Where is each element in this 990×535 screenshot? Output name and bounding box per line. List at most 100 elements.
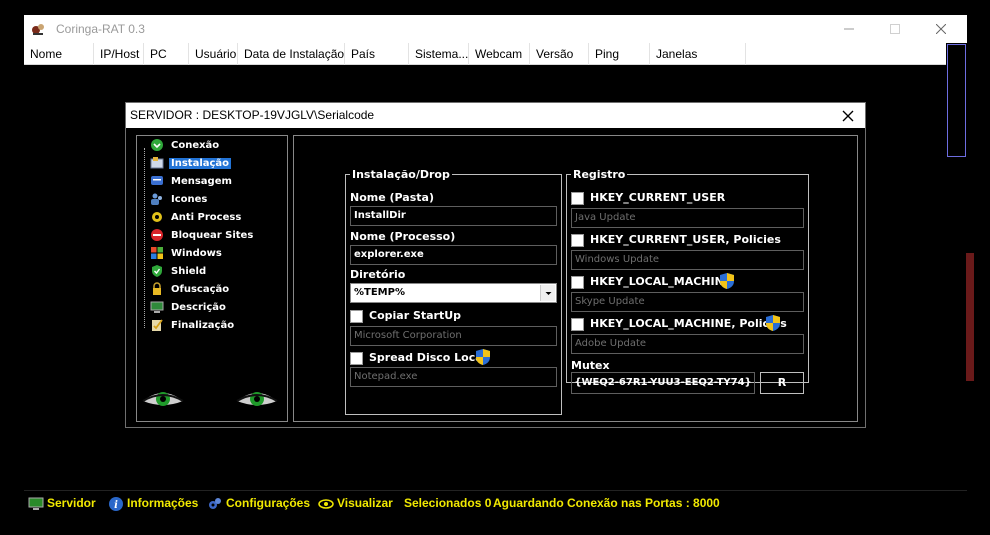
title-bar: Coringa-RAT 0.3 bbox=[24, 15, 967, 43]
tree-item-windows[interactable]: Windows bbox=[150, 246, 224, 262]
selecionados-count: Selecionados 0 bbox=[404, 496, 492, 510]
nome-processo-input[interactable]: explorer.exe bbox=[350, 245, 557, 265]
svg-text:i: i bbox=[114, 500, 118, 511]
hklm-policies-input[interactable]: Adobe Update bbox=[571, 334, 804, 354]
diretorio-select[interactable]: %TEMP% bbox=[350, 283, 557, 303]
copiar-startup-input[interactable]: Microsoft Corporation bbox=[350, 326, 557, 346]
diretorio-dropdown-button[interactable] bbox=[540, 285, 555, 301]
informacoes-label: Informações bbox=[127, 496, 199, 510]
tree-item-icones[interactable]: Icones bbox=[150, 192, 209, 208]
checklist-icon bbox=[152, 319, 163, 331]
visualizar-label: Visualizar bbox=[337, 496, 393, 510]
status-bar: Servidor i Informações Configurações Visu… bbox=[24, 490, 967, 514]
gears-icon bbox=[209, 497, 221, 509]
hkcu-input[interactable]: Java Update bbox=[571, 208, 804, 228]
column-ip-host[interactable]: IP/Host bbox=[94, 43, 144, 65]
tree-item-mensagem[interactable]: Mensagem bbox=[150, 174, 234, 190]
settings-panel: Instalação/Drop Nome (Pasta) InstallDir … bbox=[293, 135, 858, 422]
spread-disco-input[interactable]: Notepad.exe bbox=[350, 367, 557, 387]
copiar-startup-checkbox[interactable] bbox=[350, 310, 363, 323]
diretorio-value: %TEMP% bbox=[354, 287, 405, 298]
install-group-legend: Instalação/Drop bbox=[352, 168, 450, 181]
monitor-icon bbox=[28, 497, 44, 510]
uac-shield-icon bbox=[720, 273, 734, 289]
eye-icon bbox=[318, 499, 334, 509]
window-title: Coringa-RAT 0.3 bbox=[56, 22, 145, 36]
tree-item-anti-process[interactable]: Anti Process bbox=[150, 210, 243, 226]
diretorio-label: Diretório bbox=[350, 268, 406, 281]
tree-item-shield[interactable]: Shield bbox=[150, 264, 208, 280]
tree-item-finalizacao[interactable]: Finalização bbox=[150, 318, 236, 334]
uac-shield-icon bbox=[766, 315, 780, 331]
servidor-label: Servidor bbox=[47, 496, 96, 510]
informacoes-button[interactable]: i Informações bbox=[108, 494, 198, 512]
column-pc[interactable]: PC bbox=[144, 43, 189, 65]
hklm-policies-checkbox[interactable] bbox=[571, 318, 584, 331]
maximize-button[interactable] bbox=[872, 15, 918, 43]
left-eye-icon bbox=[142, 392, 184, 406]
registry-group-legend: Registro bbox=[573, 168, 626, 181]
hkcu-policies-checkbox[interactable] bbox=[571, 234, 584, 247]
column-data-instalacao[interactable]: Data de Instalação bbox=[238, 43, 345, 65]
maximize-icon bbox=[890, 24, 900, 34]
column-janelas[interactable]: Janelas bbox=[650, 43, 746, 65]
column-sistema[interactable]: Sistema... bbox=[409, 43, 469, 65]
info-icon: i bbox=[109, 496, 123, 511]
servidor-button[interactable]: Servidor bbox=[28, 494, 96, 512]
right-eye-icon bbox=[236, 392, 278, 406]
lock-icon bbox=[153, 282, 161, 295]
column-ping[interactable]: Ping bbox=[589, 43, 650, 65]
close-button[interactable] bbox=[918, 15, 964, 43]
tree-item-instalacao[interactable]: Instalação bbox=[150, 156, 232, 172]
shield-check-icon bbox=[152, 265, 162, 277]
client-list-header: Nome IP/Host PC Usuário Data de Instalaç… bbox=[24, 43, 946, 65]
background-edge bbox=[966, 253, 974, 381]
column-pais[interactable]: País bbox=[345, 43, 409, 65]
dialog-close-icon[interactable] bbox=[839, 107, 857, 125]
vertical-scrollbar[interactable] bbox=[946, 43, 967, 490]
hklm-input[interactable]: Skype Update bbox=[571, 292, 804, 312]
hkcu-label: HKEY_CURRENT_USER bbox=[590, 191, 726, 204]
hkcu-checkbox[interactable] bbox=[571, 192, 584, 205]
server-dialog: SERVIDOR : DESKTOP-19VJGLV\Serialcode Co… bbox=[125, 102, 866, 428]
nome-pasta-input[interactable]: InstallDir bbox=[350, 206, 557, 226]
configuracoes-button[interactable]: Configurações bbox=[207, 494, 310, 512]
column-webcam[interactable]: Webcam bbox=[469, 43, 530, 65]
install-icon bbox=[150, 157, 164, 169]
gear-icon bbox=[152, 212, 162, 222]
settings-tree: Conexão Instalação Mensagem Icones Anti … bbox=[136, 135, 288, 422]
registry-group: Registro HKEY_CURRENT_USER Java Update H… bbox=[566, 168, 809, 394]
mutex-label: Mutex bbox=[571, 359, 610, 372]
tree-item-bloquear-sites[interactable]: Bloquear Sites bbox=[150, 228, 255, 244]
tree-connector bbox=[144, 148, 145, 328]
column-nome[interactable]: Nome bbox=[24, 43, 94, 65]
connection-status: Aguardando Conexão nas Portas : 8000 bbox=[493, 496, 720, 510]
tree-item-ofuscacao[interactable]: Ofuscação bbox=[150, 282, 231, 298]
hklm-label: HKEY_LOCAL_MACHINE bbox=[590, 275, 732, 288]
tree-item-descricao[interactable]: Descrição bbox=[150, 300, 228, 316]
hkcu-policies-label: HKEY_CURRENT_USER, Policies bbox=[590, 233, 781, 246]
spread-disco-label: Spread Disco Local bbox=[369, 351, 487, 364]
hkcu-policies-input[interactable]: Windows Update bbox=[571, 250, 804, 270]
monitor-icon bbox=[150, 301, 164, 313]
column-versao[interactable]: Versão bbox=[530, 43, 589, 65]
hklm-checkbox[interactable] bbox=[571, 276, 584, 289]
scrollbar-thumb[interactable] bbox=[947, 44, 966, 157]
chevron-down-icon bbox=[545, 292, 552, 295]
install-group: Instalação/Drop Nome (Pasta) InstallDir … bbox=[345, 168, 562, 415]
dialog-title-bar: SERVIDOR : DESKTOP-19VJGLV\Serialcode bbox=[126, 103, 865, 128]
minimize-icon bbox=[844, 28, 854, 30]
regenerate-mutex-button[interactable]: R bbox=[760, 372, 804, 394]
spread-disco-checkbox[interactable] bbox=[350, 352, 363, 365]
minimize-button[interactable] bbox=[826, 15, 872, 43]
block-icon bbox=[151, 229, 163, 241]
windows-flag-icon bbox=[151, 247, 163, 259]
mutex-input[interactable]: {WEQ2-67R1-YUU3-EEQ2-TY74} bbox=[571, 372, 755, 394]
nome-pasta-label: Nome (Pasta) bbox=[350, 191, 434, 204]
column-usuario[interactable]: Usuário bbox=[189, 43, 238, 65]
dialog-title: SERVIDOR : DESKTOP-19VJGLV\Serialcode bbox=[130, 108, 375, 122]
visualizar-button[interactable]: Visualizar bbox=[318, 494, 393, 512]
hklm-policies-label: HKEY_LOCAL_MACHINE, Policies bbox=[590, 317, 787, 330]
app-icon bbox=[32, 24, 44, 35]
tree-item-conexao[interactable]: Conexão bbox=[150, 138, 221, 154]
